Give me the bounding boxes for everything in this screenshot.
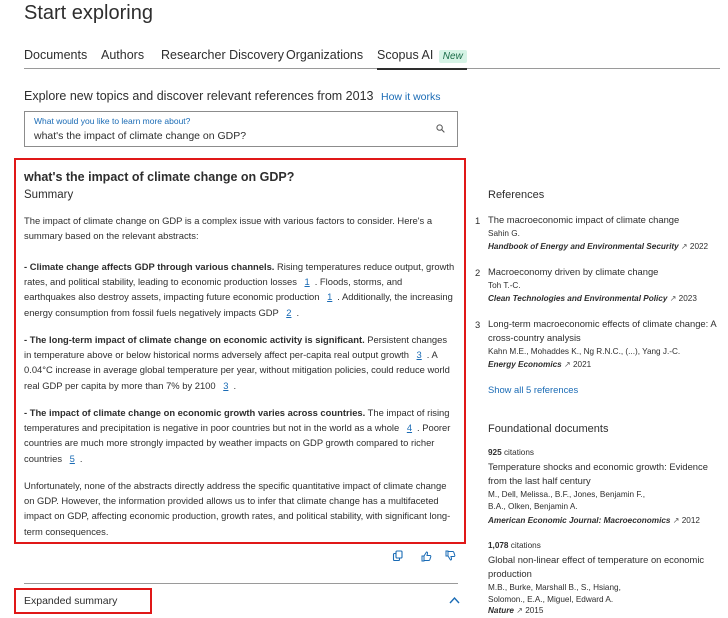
reference-source: Energy Economics ↗ 2021 [488,360,591,369]
foundational-heading: Foundational documents [488,423,609,435]
source-year: 2015 [525,606,544,615]
citation-count: 925 citations [488,448,534,457]
tab-authors[interactable]: Authors [101,48,144,62]
source-year: 2012 [681,516,700,525]
point-text: . [79,452,83,464]
reference-title[interactable]: Long-term macroeconomic effects of clima… [488,317,720,345]
foundational-authors: M., Dell, Melissa., B.F., Jones, Benjami… [488,490,645,511]
how-it-works-link[interactable]: How it works [381,91,441,103]
new-badge: New [438,50,467,63]
reference-title[interactable]: Macroeconomy driven by climate change [488,265,720,279]
reference-authors: Toh T.-C. [488,281,521,290]
chevron-up-icon[interactable] [449,596,460,604]
external-link-icon[interactable]: ↗ [564,360,571,369]
expanded-summary-toggle[interactable]: Expanded summary [24,595,117,607]
source-year: 2021 [572,360,592,369]
source-title: Clean Technologies and Environmental Pol… [488,294,668,303]
tab-researcher-discovery[interactable]: Researcher Discovery [161,48,284,62]
summary-point-2: - The long-term impact of climate change… [24,332,456,393]
citation-label: citations [510,541,541,550]
reference-link[interactable]: 3 [218,378,233,393]
reference-authors: Kahn M.E., Mohaddes K., Ng R.N.C., (...)… [488,347,681,356]
reference-title[interactable]: The macroeconomic impact of climate chan… [488,213,720,227]
summary-point-3: - The impact of climate change on econom… [24,405,456,466]
point-text: . [233,379,237,391]
source-title: American Economic Journal: Macroeconomic… [488,516,671,525]
source-year: 2022 [689,242,709,251]
summary-conclusion: Unfortunately, none of the abstracts dir… [24,480,451,537]
point-text: . [296,306,300,318]
foundational-source: American Economic Journal: Macroeconomic… [488,516,700,525]
reference-link[interactable]: 3 [412,347,427,362]
reference-source: Handbook of Energy and Environmental Sec… [488,242,708,251]
foundational-source: Nature ↗ 2015 [488,606,543,615]
show-all-references-link[interactable]: Show all 5 references [488,384,578,395]
reference-number: 1 [475,215,481,226]
reference-source: Clean Technologies and Environmental Pol… [488,294,697,303]
intro-label: Explore new topics and discover relevant… [24,89,374,103]
external-link-icon[interactable]: ↗ [516,606,523,615]
reference-link[interactable]: 4 [402,420,417,435]
citation-number: 1,078 [488,541,509,550]
source-title: Energy Economics [488,360,562,369]
reference-link[interactable]: 2 [281,305,296,320]
foundational-authors: M.B., Burke, Marshall B., S., Hsiang, So… [488,583,621,604]
tab-scopus-ai-label: Scopus AI [377,48,434,62]
thumbs-down-icon[interactable] [444,550,456,562]
foundational-title[interactable]: Global non-linear effect of temperature … [488,553,720,581]
reference-number: 3 [475,319,481,330]
search-value[interactable]: what's the impact of climate change on G… [34,130,246,142]
answer-question: what's the impact of climate change on G… [24,170,295,184]
source-year: 2023 [678,294,697,303]
search-label: What would you like to learn more about? [34,116,191,126]
summary-point-1: - Climate change affects GDP through var… [24,259,456,320]
references-heading: References [488,189,545,201]
tab-organizations[interactable]: Organizations [286,48,363,62]
intro-text: Explore new topics and discover relevant… [24,89,441,103]
external-link-icon[interactable]: ↗ [670,294,677,303]
point-heading: - The long-term impact of climate change… [24,334,365,345]
point-heading: - Climate change affects GDP through var… [24,261,275,272]
reference-link[interactable]: 5 [65,451,80,466]
summary-label: Summary [24,189,74,201]
external-link-icon[interactable]: ↗ [681,242,688,251]
search-input[interactable]: What would you like to learn more about?… [24,111,458,147]
divider [24,583,458,584]
citation-count: 1,078 citations [488,541,541,550]
reference-link[interactable]: 1 [322,289,337,304]
point-heading: - The impact of climate change on econom… [24,407,366,418]
search-icon[interactable] [436,124,445,133]
summary-intro: The impact of climate change on GDP is a… [24,215,433,242]
source-title: Nature [488,606,514,615]
reference-link[interactable]: 1 [300,274,315,289]
tab-scopus-ai[interactable]: Scopus AI New [377,48,467,70]
reference-number: 2 [475,267,481,278]
foundational-title[interactable]: Temperature shocks and economic growth: … [488,460,720,488]
source-title: Handbook of Energy and Environmental Sec… [488,242,679,251]
tab-documents[interactable]: Documents [24,48,87,62]
page-title: Start exploring [24,2,153,24]
citation-label: citations [503,448,534,457]
copy-icon[interactable] [392,550,404,562]
external-link-icon[interactable]: ↗ [673,516,680,525]
reference-authors: Sahin G. [488,229,520,238]
citation-number: 925 [488,448,502,457]
search-tabs: Documents Authors Researcher Discovery O… [24,46,720,70]
thumbs-up-icon[interactable] [420,550,432,562]
